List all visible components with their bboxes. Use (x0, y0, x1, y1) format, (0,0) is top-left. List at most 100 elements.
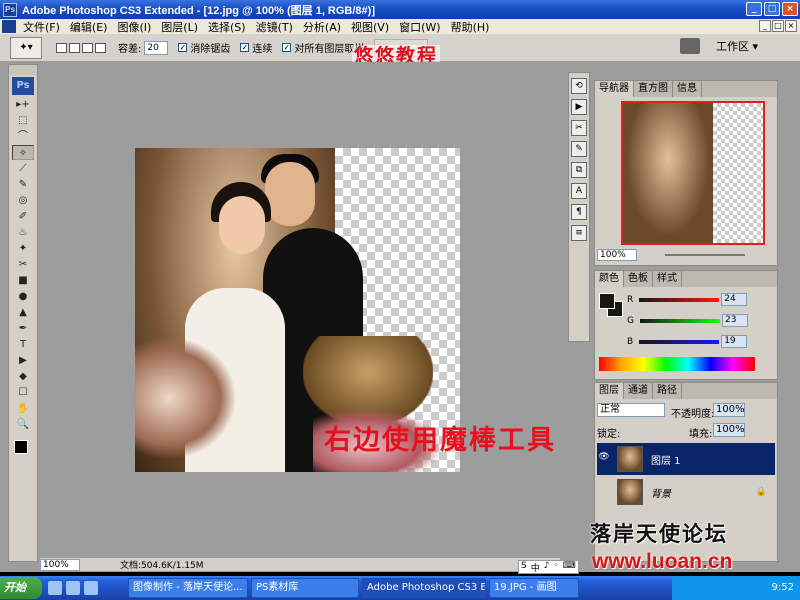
shape-tool-icon[interactable]: ◆ (12, 369, 34, 384)
eye-icon[interactable]: 👁 (597, 452, 611, 466)
tab-paths[interactable]: 路径 (653, 383, 682, 399)
bridge-icon[interactable] (679, 38, 700, 54)
notes-tool-icon[interactable]: ☐ (12, 385, 34, 400)
ime-mode-chinese[interactable]: 中 (529, 561, 542, 574)
green-slider[interactable] (639, 318, 720, 323)
task-paint[interactable]: 19.JPG - 画图 (489, 578, 579, 598)
blend-mode-select[interactable]: 正常 (597, 403, 665, 417)
path-selection-icon[interactable]: ▶ (12, 353, 34, 368)
menu-edit[interactable]: 编辑(E) (65, 19, 113, 35)
ime-punct-icon[interactable]: ♪ (542, 561, 552, 573)
color-swatches[interactable] (12, 438, 34, 464)
tab-navigator[interactable]: 导航器 (595, 81, 634, 97)
menu-help[interactable]: 帮助(H) (446, 19, 495, 35)
clone-source-icon[interactable]: ⧉ (571, 162, 587, 178)
navigator-thumbnail[interactable] (621, 101, 765, 245)
gradient-tool-icon[interactable]: ■ (12, 273, 34, 288)
menu-image[interactable]: 图像(I) (112, 19, 156, 35)
menu-select[interactable]: 选择(S) (203, 19, 251, 35)
tab-styles[interactable]: 样式 (653, 271, 682, 287)
task-photoshop[interactable]: Adobe Photoshop CS3 E... (362, 578, 486, 598)
opacity-input[interactable]: 100% (713, 403, 745, 417)
minimize-button[interactable]: _ (746, 2, 762, 16)
blur-tool-icon[interactable]: ● (12, 289, 34, 304)
doc-restore-button[interactable]: □ (772, 20, 784, 32)
document-icon[interactable] (2, 20, 16, 33)
tab-swatches[interactable]: 色板 (624, 271, 653, 287)
character-panel-icon[interactable]: A (571, 183, 587, 199)
maximize-button[interactable]: □ (764, 2, 780, 16)
hand-tool-icon[interactable]: ✋ (12, 401, 34, 416)
menu-layer[interactable]: 图层(L) (156, 19, 203, 35)
red-value-input[interactable]: 24 (721, 293, 748, 306)
close-button[interactable]: × (782, 2, 798, 16)
start-button[interactable]: 开始 (0, 577, 42, 599)
navigator-zoom-field[interactable]: 100% (597, 249, 637, 261)
task-folder[interactable]: PS素材库 (251, 578, 359, 598)
layer-row[interactable]: 👁 图层 1 (597, 443, 775, 475)
dodge-tool-icon[interactable]: ▲ (12, 305, 34, 320)
tool-preset-picker[interactable]: ✦▾ (10, 36, 42, 59)
red-slider[interactable] (639, 297, 720, 302)
navigator-zoom-slider[interactable] (665, 254, 745, 256)
menu-filter[interactable]: 滤镜(T) (251, 19, 298, 35)
explorer-icon[interactable] (66, 581, 80, 595)
ps-badge[interactable]: Ps (12, 77, 34, 95)
menu-analysis[interactable]: 分析(A) (298, 19, 346, 35)
foreground-swatch[interactable] (14, 440, 28, 454)
healing-brush-icon[interactable]: ◎ (12, 193, 34, 208)
menu-window[interactable]: 窗口(W) (394, 19, 445, 35)
workspace-menu[interactable]: 工作区 ▾ (716, 38, 758, 54)
zoom-tool-icon[interactable]: 🔍 (12, 417, 34, 432)
layer-row[interactable]: 背景 🔒 (597, 476, 775, 508)
clock[interactable]: 9:52 (772, 582, 794, 593)
doc-close-button[interactable]: × (785, 20, 797, 32)
intersect-selection-icon[interactable] (95, 42, 106, 53)
eraser-tool-icon[interactable]: ✂ (12, 257, 34, 272)
tab-channels[interactable]: 通道 (624, 383, 653, 399)
menu-view[interactable]: 视图(V) (346, 19, 394, 35)
antialias-checkbox[interactable]: ✓ 消除锯齿 (178, 40, 230, 55)
messenger-icon[interactable] (84, 581, 98, 595)
color-spectrum-bar[interactable] (599, 357, 755, 371)
blue-value-input[interactable]: 19 (721, 335, 748, 348)
pen-tool-icon[interactable]: ✒ (12, 321, 34, 336)
color-fg-swatch[interactable] (599, 293, 615, 309)
toolbox-grip[interactable] (9, 65, 37, 75)
task-browser[interactable]: 图像制作 - 落岸天使论... (128, 578, 248, 598)
magic-wand-tool-icon[interactable]: ✧ (12, 145, 34, 160)
type-tool-icon[interactable]: T (12, 337, 34, 352)
eye-icon[interactable] (597, 485, 611, 499)
fill-input[interactable]: 100% (713, 423, 745, 437)
slice-tool-icon[interactable]: ✎ (12, 177, 34, 192)
contiguous-checkbox[interactable]: ✓ 连续 (240, 40, 272, 55)
brushes-panel-icon[interactable]: ✎ (571, 141, 587, 157)
actions-panel-icon[interactable]: ▶ (571, 99, 587, 115)
status-zoom-field[interactable]: 100% (40, 558, 80, 571)
new-selection-icon[interactable] (56, 42, 67, 53)
clone-stamp-icon[interactable]: ♨ (12, 225, 34, 240)
history-brush-icon[interactable]: ✦ (12, 241, 34, 256)
move-tool-icon[interactable]: ▸+ (12, 97, 34, 112)
ime-width-icon[interactable]: ◦ (551, 561, 560, 573)
ie-icon[interactable] (48, 581, 62, 595)
menu-file[interactable]: 文件(F) (18, 19, 65, 35)
tab-layers[interactable]: 图层 (595, 383, 624, 399)
crop-tool-icon[interactable]: ⟋ (12, 161, 34, 176)
lasso-tool-icon[interactable]: ⌒ (12, 129, 34, 144)
history-panel-icon[interactable]: ⟲ (571, 78, 587, 94)
tool-presets-icon[interactable]: ✂ (571, 120, 587, 136)
ime-logo-icon[interactable]: S (519, 561, 529, 573)
ime-keyboard-icon[interactable]: ⌨ (561, 561, 578, 573)
tolerance-input[interactable]: 20 (144, 40, 169, 55)
document-size[interactable]: 文档:504.6K/1.15M (120, 558, 204, 571)
doc-minimize-button[interactable]: _ (759, 20, 771, 32)
paragraph-panel-icon[interactable]: ¶ (571, 204, 587, 220)
tab-color[interactable]: 颜色 (595, 271, 624, 287)
tab-histogram[interactable]: 直方图 (634, 81, 673, 97)
layer-comps-icon[interactable]: ≡ (571, 225, 587, 241)
tab-info[interactable]: 信息 (673, 81, 702, 97)
brush-tool-icon[interactable]: ✐ (12, 209, 34, 224)
add-selection-icon[interactable] (69, 42, 80, 53)
blue-slider[interactable] (639, 339, 720, 344)
